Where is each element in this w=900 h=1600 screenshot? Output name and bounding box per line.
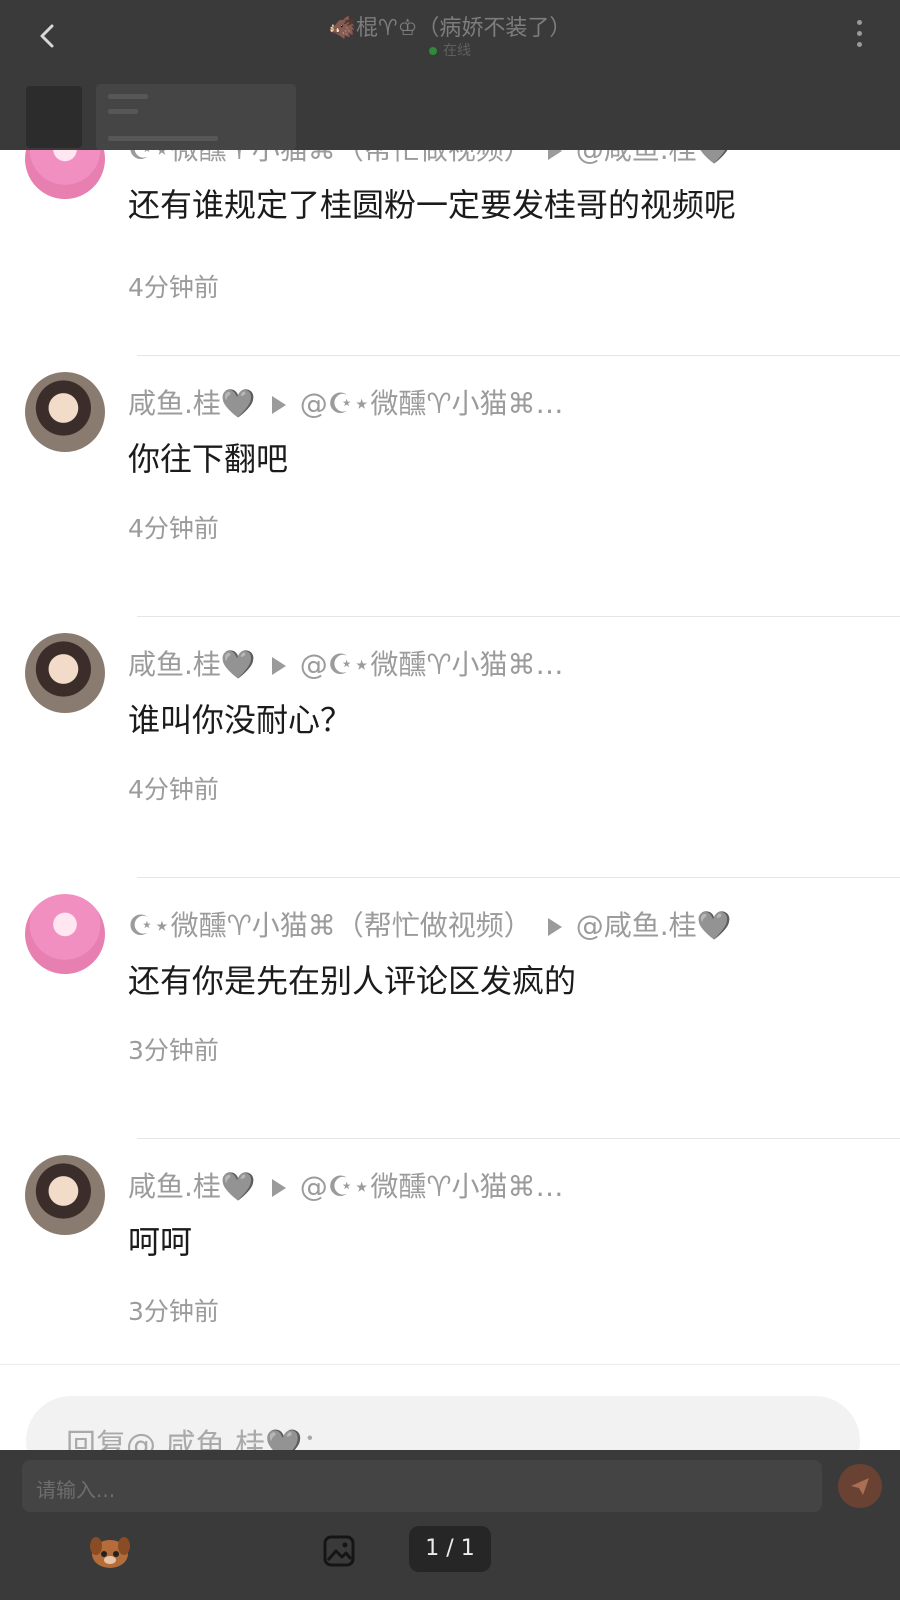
reply-arrow-icon <box>271 396 286 414</box>
comment-text: 呵呵 <box>128 1223 193 1261</box>
comment-meta: 咸鱼.桂🩶 @☪⋆微醺♈︎小猫⌘… <box>128 1165 564 1205</box>
comment-time: 4分钟前 <box>128 514 219 543</box>
more-options-icon[interactable] <box>854 20 864 54</box>
avatar[interactable] <box>25 372 105 452</box>
comment-meta: ☪⋆微醺♈︎小猫⌘（帮忙做视频） @咸鱼.桂🩶 <box>128 150 732 168</box>
emoji-icon[interactable] <box>88 1528 132 1572</box>
background-post-card <box>96 84 296 150</box>
comment-reply-to[interactable]: @☪⋆微醺♈︎小猫⌘… <box>300 648 564 681</box>
comment-meta: ☪⋆微醺♈︎小猫⌘（帮忙做视频） @咸鱼.桂🩶 <box>128 904 732 944</box>
comment-username[interactable]: 咸鱼.桂🩶 <box>128 648 256 681</box>
online-status-text: 在线 <box>443 43 471 59</box>
comment-reply-to[interactable]: @咸鱼.桂🩶 <box>576 150 732 166</box>
send-icon[interactable] <box>838 1464 882 1508</box>
comment-time: 4分钟前 <box>128 273 219 302</box>
avatar[interactable] <box>25 894 105 974</box>
comment-reply-to[interactable]: @☪⋆微醺♈︎小猫⌘… <box>300 387 564 420</box>
comment-item[interactable]: 咸鱼.桂🩶 @☪⋆微醺♈︎小猫⌘… 呵呵 3分钟前 <box>0 1139 900 1400</box>
comment-item[interactable]: 咸鱼.桂🩶 @☪⋆微醺♈︎小猫⌘… 你往下翻吧 4分钟前 <box>0 356 900 617</box>
comment-meta: 咸鱼.桂🩶 @☪⋆微醺♈︎小猫⌘… <box>128 382 564 422</box>
online-status: 在线 <box>0 40 900 60</box>
comment-username[interactable]: 咸鱼.桂🩶 <box>128 1170 256 1203</box>
message-input[interactable]: 请输入... <box>22 1460 822 1512</box>
comment-item[interactable]: ☪⋆微醺♈︎小猫⌘（帮忙做视频） @咸鱼.桂🩶 还有谁规定了桂圆粉一定要发桂哥的视… <box>0 150 900 356</box>
message-input-placeholder: 请输入... <box>36 1478 116 1502</box>
reply-arrow-icon <box>271 1179 286 1197</box>
divider <box>0 1364 900 1365</box>
reply-placeholder: 回复@ 咸鱼.桂🩶： <box>66 1428 333 1450</box>
comment-meta: 咸鱼.桂🩶 @☪⋆微醺♈︎小猫⌘… <box>128 643 564 683</box>
comment-item[interactable]: 咸鱼.桂🩶 @☪⋆微醺♈︎小猫⌘… 谁叫你没耐心？ 4分钟前 <box>0 617 900 878</box>
avatar[interactable] <box>25 633 105 713</box>
reply-arrow-icon <box>271 657 286 675</box>
comment-text: 还有谁规定了桂圆粉一定要发桂哥的视频呢 <box>128 186 737 224</box>
page-indicator: 1 / 1 <box>409 1526 491 1572</box>
comment-time: 3分钟前 <box>128 1036 219 1065</box>
online-dot-icon <box>429 47 437 55</box>
comment-reply-to[interactable]: @咸鱼.桂🩶 <box>576 909 732 942</box>
image-icon[interactable] <box>322 1534 356 1568</box>
chat-header: 🐗棍♈︎♔（病娇不装了） 在线 <box>0 0 900 78</box>
comment-text: 谁叫你没耐心？ <box>128 701 353 739</box>
reply-input[interactable]: 回复@ 咸鱼.桂🩶： <box>26 1396 860 1450</box>
chat-title: 🐗棍♈︎♔（病娇不装了） <box>328 16 572 41</box>
comment-list: ☪⋆微醺♈︎小猫⌘（帮忙做视频） @咸鱼.桂🩶 还有谁规定了桂圆粉一定要发桂哥的视… <box>0 150 900 1400</box>
comment-text: 你往下翻吧 <box>128 440 289 478</box>
comment-reply-to[interactable]: @☪⋆微醺♈︎小猫⌘… <box>300 1170 564 1203</box>
comment-time: 4分钟前 <box>128 775 219 804</box>
background-thumbnail <box>26 86 82 148</box>
avatar[interactable] <box>25 1155 105 1235</box>
comment-sheet: ☪⋆微醺♈︎小猫⌘（帮忙做视频） @咸鱼.桂🩶 还有谁规定了桂圆粉一定要发桂哥的视… <box>0 150 900 1450</box>
comment-item[interactable]: ☪⋆微醺♈︎小猫⌘（帮忙做视频） @咸鱼.桂🩶 还有你是先在别人评论区发疯的 3分… <box>0 878 900 1139</box>
comment-time: 3分钟前 <box>128 1297 219 1326</box>
comment-text: 还有你是先在别人评论区发疯的 <box>128 962 577 1000</box>
comment-username[interactable]: ☪⋆微醺♈︎小猫⌘（帮忙做视频） <box>128 909 532 942</box>
avatar[interactable] <box>25 150 105 199</box>
bottom-toolbar: 请输入... 1 / 1 <box>0 1450 900 1600</box>
reply-arrow-icon <box>547 918 562 936</box>
comment-username[interactable]: ☪⋆微醺♈︎小猫⌘（帮忙做视频） <box>128 150 532 166</box>
reply-arrow-icon <box>547 150 562 160</box>
comment-username[interactable]: 咸鱼.桂🩶 <box>128 387 256 420</box>
